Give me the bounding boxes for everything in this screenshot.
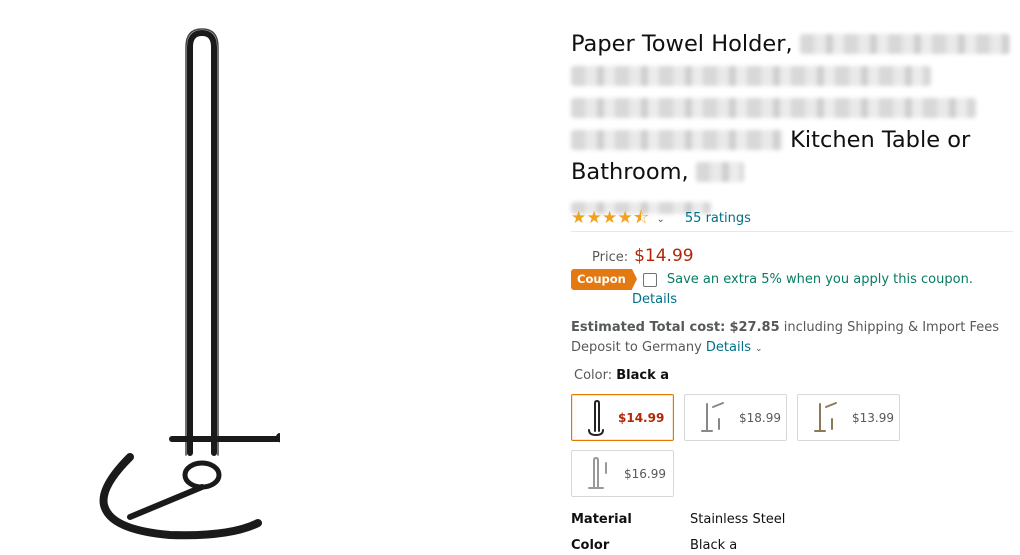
paper-towel-holder-image[interactable] [90, 25, 280, 545]
title-end: Bathroom, [571, 159, 689, 185]
half-star-icon: ⯪ [633, 208, 650, 228]
color-value: Black a [616, 368, 670, 383]
chevron-down-icon[interactable]: ⌄ [657, 214, 665, 225]
blurred-text [571, 66, 931, 86]
blurred-text [571, 98, 976, 118]
star-icon: ★ [586, 208, 602, 228]
title-mid: Kitchen Table or [790, 127, 971, 153]
estimated-cost: Estimated Total cost: $27.85 including S… [571, 318, 1016, 359]
spec-key: Material [571, 512, 632, 527]
estimate-label: Estimated Total cost: [571, 320, 726, 335]
spec-value: Stainless Steel [690, 512, 786, 527]
star-rating[interactable]: ★ ★ ★ ★ ⯪ [571, 209, 649, 227]
star-icon: ★ [571, 208, 587, 228]
color-swatch[interactable]: $18.99 [684, 394, 787, 441]
rating-row: ★ ★ ★ ★ ⯪ ⌄ 55 ratings [571, 208, 1011, 228]
swatch-thumbnail [814, 401, 837, 432]
coupon-text: Save an extra 5% when you apply this cou… [666, 272, 973, 287]
price-row: Price: $14.99 [592, 246, 694, 266]
deposit-text: Deposit to Germany [571, 340, 702, 355]
blurred-text [799, 34, 1010, 54]
estimate-suffix: including Shipping & Import Fees [783, 320, 1000, 335]
star-icon: ★ [602, 208, 618, 228]
product-title: Paper Towel Holder, Kitchen Table or Bat… [571, 28, 1011, 220]
swatch-thumbnail [701, 401, 724, 432]
spec-value: Black a [690, 538, 738, 553]
price-label: Price: [592, 250, 629, 265]
title-start: Paper Towel Holder, [571, 31, 793, 57]
divider [571, 231, 1013, 232]
swatch-thumbnail [588, 456, 607, 489]
color-label: Color: [574, 368, 613, 383]
swatch-price: $18.99 [739, 410, 781, 425]
spec-row: Color Black a [571, 538, 737, 553]
swatch-price: $13.99 [852, 410, 894, 425]
color-swatch[interactable]: $13.99 [797, 394, 900, 441]
swatch-price: $14.99 [618, 410, 665, 425]
coupon-badge: Coupon [571, 269, 637, 290]
estimate-details-link[interactable]: Details [706, 340, 751, 355]
price-value: $14.99 [634, 246, 694, 266]
blurred-text [571, 130, 783, 150]
coupon-details-link[interactable]: Details [632, 292, 677, 307]
estimate-amount: $27.85 [729, 320, 780, 335]
color-selector-label: Color: Black a [574, 368, 669, 383]
chevron-down-icon[interactable]: ⌄ [755, 344, 763, 354]
product-image-panel [0, 0, 540, 555]
swatch-thumbnail [588, 399, 604, 436]
coupon-checkbox[interactable] [642, 272, 657, 287]
coupon-row: Coupon Save an extra 5% when you apply t… [571, 269, 973, 290]
spec-key: Color [571, 538, 610, 553]
product-info-panel: Paper Towel Holder, Kitchen Table or Bat… [571, 28, 1020, 553]
swatch-price: $16.99 [624, 466, 666, 481]
star-icon: ★ [617, 208, 633, 228]
ratings-link[interactable]: 55 ratings [685, 211, 751, 226]
spec-row: Material Stainless Steel [571, 512, 785, 527]
color-swatch[interactable]: $14.99 [571, 394, 674, 441]
blurred-text [695, 162, 744, 182]
color-swatch[interactable]: $16.99 [571, 450, 674, 497]
